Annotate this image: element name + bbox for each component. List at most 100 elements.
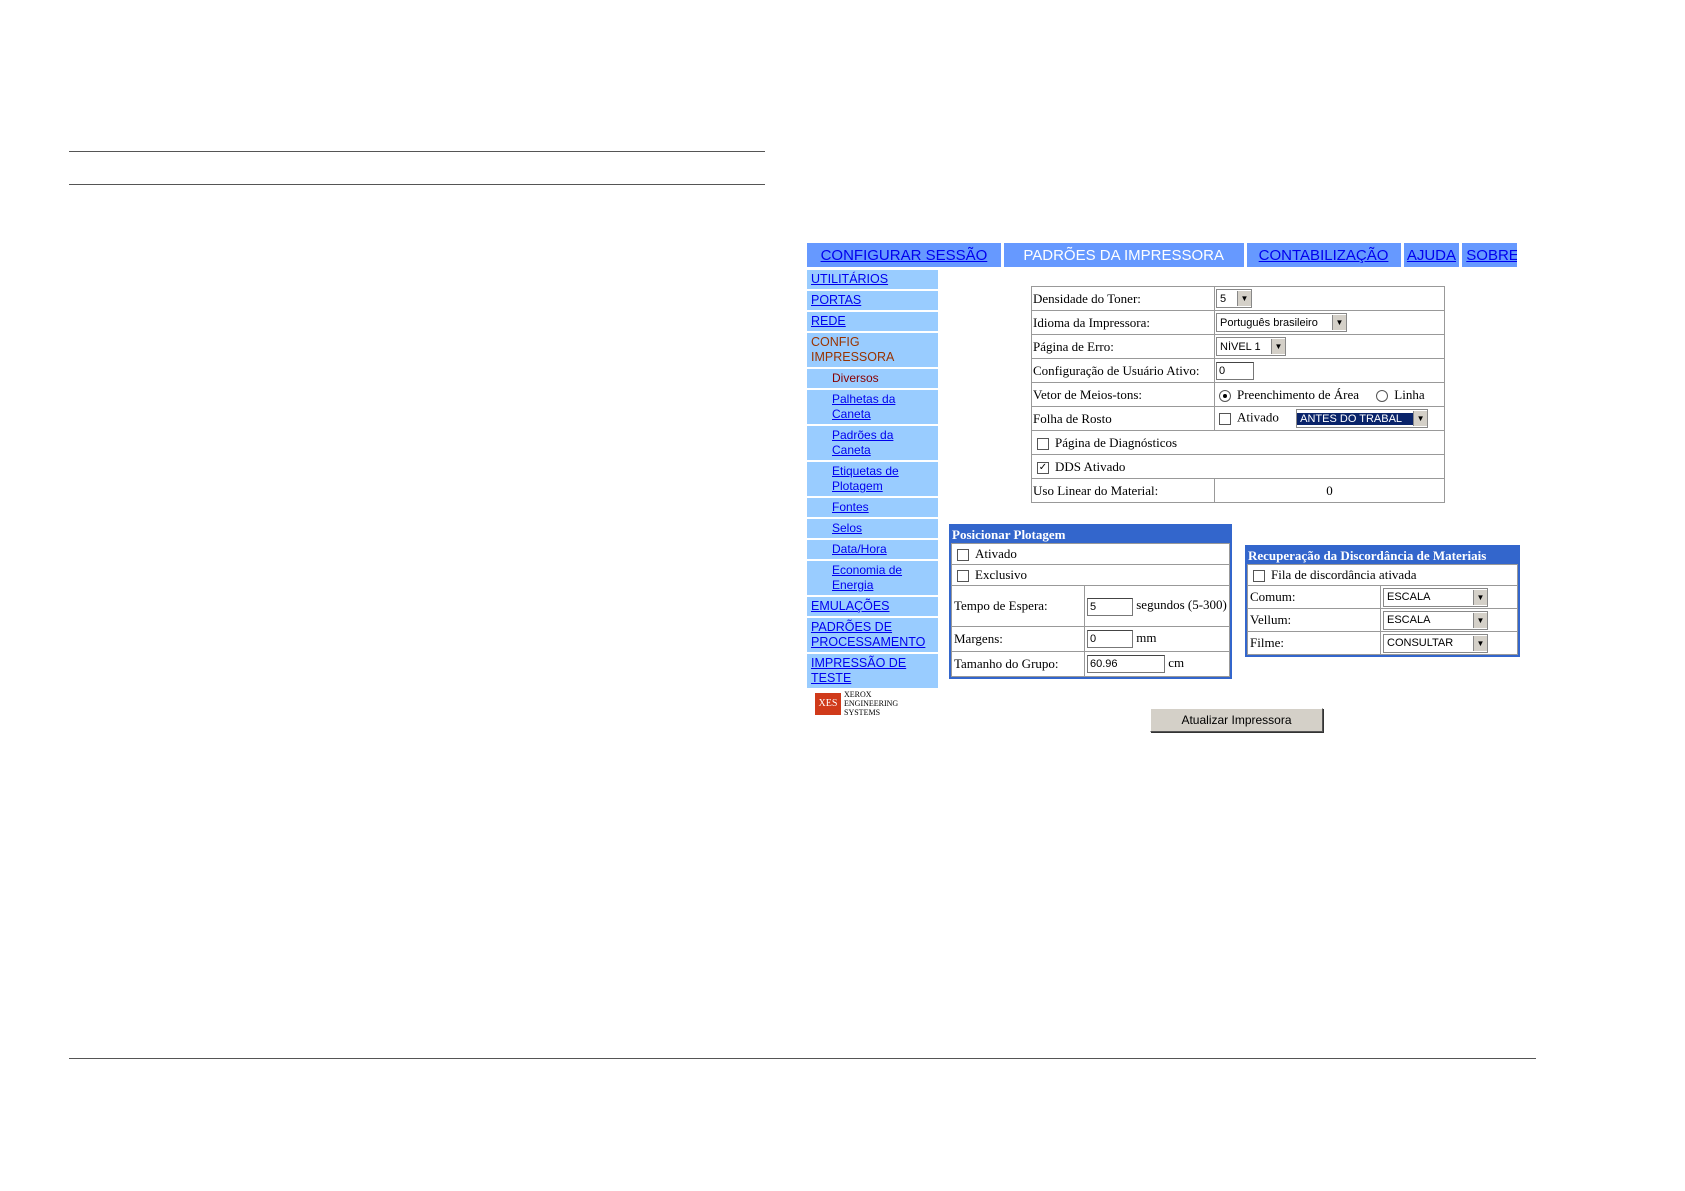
table-row: Configuração de Usuário Ativo: 0 — [1031, 358, 1445, 383]
chevron-down-icon[interactable]: ▼ — [1237, 291, 1251, 306]
select-value: ESCALA — [1387, 614, 1431, 626]
top-rule-1 — [69, 151, 765, 152]
sidebar-item-selos[interactable]: Selos — [807, 519, 938, 538]
fila-label: Fila de discordância ativada — [1271, 567, 1417, 582]
sidebar-item-label[interactable]: IMPRESSÃO DE TESTE — [807, 656, 921, 686]
sidebar-item-label[interactable]: REDE — [811, 314, 846, 328]
sidebar-item-palhetas[interactable]: Palhetas da Caneta — [807, 390, 938, 424]
table-row: Filme: CONSULTAR ▼ — [1247, 631, 1518, 655]
folha-checkbox[interactable] — [1219, 412, 1231, 425]
diagnosticos-checkbox[interactable] — [1037, 437, 1049, 450]
vetor-cell: Preenchimento de Área Linha — [1214, 382, 1445, 407]
sidebar-item-rede[interactable]: REDE — [807, 312, 938, 331]
chevron-down-icon[interactable]: ▼ — [1473, 612, 1487, 628]
top-rule-2 — [69, 184, 765, 185]
grupo-label: Tamanho do Grupo: — [951, 651, 1085, 677]
margens-unit: mm — [1136, 629, 1157, 645]
sidebar-item-economia[interactable]: Economia de Energia — [807, 561, 938, 595]
margens-input[interactable]: 0 — [1087, 630, 1133, 648]
sidebar-item-label[interactable]: PORTAS — [811, 293, 861, 307]
sidebar-item-impressao-teste[interactable]: IMPRESSÃO DE TESTE — [807, 654, 938, 688]
tab-label[interactable]: CONFIGURAR SESSÃO — [821, 247, 988, 264]
sidebar-item-padroes-processamento[interactable]: PADRÕES DE PROCESSAMENTO — [807, 618, 938, 652]
exclusivo-checkbox[interactable] — [957, 570, 969, 583]
ativado-cell: Ativado — [951, 543, 1230, 565]
vetor-radio-linha[interactable] — [1376, 389, 1389, 402]
tab-label[interactable]: AJUDA — [1407, 247, 1456, 264]
sidebar-item-padroes-caneta[interactable]: Padrões da Caneta — [807, 426, 938, 460]
sidebar-item-label[interactable]: EMULAÇÕES — [811, 599, 890, 613]
tab-sobre[interactable]: SOBRE — [1462, 243, 1517, 267]
sidebar-item-data-hora[interactable]: Data/Hora — [807, 540, 938, 559]
margens-label: Margens: — [951, 626, 1085, 652]
bottom-rule — [69, 1058, 1536, 1059]
dds-cell: ✓ DDS Ativado — [1031, 454, 1445, 479]
fila-checkbox[interactable] — [1253, 570, 1265, 583]
tab-ajuda[interactable]: AJUDA — [1403, 243, 1460, 267]
sidebar-item-emulacoes[interactable]: EMULAÇÕES — [807, 597, 938, 616]
chevron-down-icon[interactable]: ▼ — [1271, 339, 1285, 354]
vellum-cell: ESCALA ▼ — [1380, 608, 1518, 632]
sidebar-item-utilitarios[interactable]: UTILITÁRIOS — [807, 270, 938, 289]
vetor-radio-area[interactable] — [1219, 389, 1231, 402]
tab-contabilizacao[interactable]: CONTABILIZAÇÃO — [1246, 243, 1401, 267]
toner-select[interactable]: 5 ▼ — [1216, 289, 1252, 308]
toner-cell: 5 ▼ — [1214, 286, 1445, 311]
tab-padroes-impressora[interactable]: PADRÕES DA IMPRESSORA — [1003, 243, 1244, 267]
table-row: Página de Erro: NÍVEL 1 ▼ — [1031, 334, 1445, 359]
filme-cell: CONSULTAR ▼ — [1380, 631, 1518, 655]
tab-configurar-sessao[interactable]: CONFIGURAR SESSÃO — [807, 243, 1001, 267]
sidebar-item-label[interactable]: Fontes — [832, 500, 869, 514]
chevron-down-icon[interactable]: ▼ — [1413, 411, 1428, 426]
panel-title: Posicionar Plotagem — [951, 526, 1230, 543]
table-row: Exclusivo — [951, 564, 1230, 586]
dds-checkbox[interactable]: ✓ — [1037, 461, 1049, 474]
grupo-unit: cm — [1168, 654, 1185, 670]
sidebar-item-portas[interactable]: PORTAS — [807, 291, 938, 310]
table-row: Densidade do Toner: 5 ▼ — [1031, 286, 1445, 311]
usuario-input[interactable]: 0 — [1216, 361, 1254, 380]
erro-select[interactable]: NÍVEL 1 ▼ — [1216, 337, 1286, 356]
sidebar-item-etiquetas[interactable]: Etiquetas de Plotagem — [807, 462, 938, 496]
dds-label: DDS Ativado — [1055, 458, 1126, 474]
comum-cell: ESCALA ▼ — [1380, 585, 1518, 609]
comum-label: Comum: — [1247, 585, 1381, 609]
usuario-label: Configuração de Usuário Ativo: — [1031, 358, 1215, 383]
atualizar-impressora-button[interactable]: Atualizar Impressora — [1150, 708, 1323, 732]
uso-label: Uso Linear do Material: — [1031, 478, 1215, 503]
sidebar-item-label[interactable]: PADRÕES DE PROCESSAMENTO — [807, 620, 929, 650]
vellum-select[interactable]: ESCALA ▼ — [1383, 610, 1488, 630]
vetor-option-label: Preenchimento de Área — [1237, 386, 1360, 402]
espera-input[interactable]: 5 — [1087, 597, 1133, 616]
chevron-down-icon[interactable]: ▼ — [1473, 589, 1487, 605]
logo-text: XEROX ENGINEERING SYSTEMS — [844, 690, 898, 717]
folha-ativado-label: Ativado — [1237, 409, 1279, 425]
tab-label[interactable]: SOBRE — [1466, 247, 1517, 264]
exclusivo-label: Exclusivo — [975, 567, 1027, 582]
sidebar-item-label[interactable]: Data/Hora — [832, 542, 887, 556]
sidebar-item-label: CONFIG IMPRESSORA — [811, 335, 895, 364]
sidebar-item-fontes[interactable]: Fontes — [807, 498, 938, 517]
grupo-input[interactable]: 60.96 — [1087, 655, 1165, 673]
toner-label: Densidade do Toner: — [1031, 286, 1215, 311]
chevron-down-icon[interactable]: ▼ — [1473, 635, 1487, 651]
table-row: Vetor de Meios-tons: Preenchimento de Ár… — [1031, 382, 1445, 407]
ativado-checkbox[interactable] — [957, 549, 969, 562]
erro-label: Página de Erro: — [1031, 334, 1215, 359]
sidebar-item-label[interactable]: UTILITÁRIOS — [811, 272, 888, 286]
idioma-select[interactable]: Português brasileiro ▼ — [1216, 313, 1347, 332]
sidebar-item-label[interactable]: Palhetas da Caneta — [832, 392, 895, 421]
exclusivo-cell: Exclusivo — [951, 564, 1230, 586]
sidebar-item-label[interactable]: Padrões da Caneta — [832, 428, 893, 457]
tab-label[interactable]: CONTABILIZAÇÃO — [1259, 247, 1389, 264]
sidebar-item-label[interactable]: Economia de Energia — [832, 563, 912, 593]
sidebar-item-label[interactable]: Selos — [832, 521, 862, 535]
comum-select[interactable]: ESCALA ▼ — [1383, 587, 1488, 607]
chevron-down-icon[interactable]: ▼ — [1332, 315, 1346, 330]
sidebar-item-label[interactable]: Etiquetas de Plotagem — [832, 464, 912, 494]
folha-select[interactable]: ANTES DO TRABAL ▼ — [1296, 409, 1429, 428]
filme-select[interactable]: CONSULTAR ▼ — [1383, 633, 1488, 653]
espera-cell: 5 segundos (5-300) — [1084, 585, 1230, 627]
select-value: 5 — [1220, 292, 1227, 305]
ativado-label: Ativado — [975, 546, 1017, 561]
